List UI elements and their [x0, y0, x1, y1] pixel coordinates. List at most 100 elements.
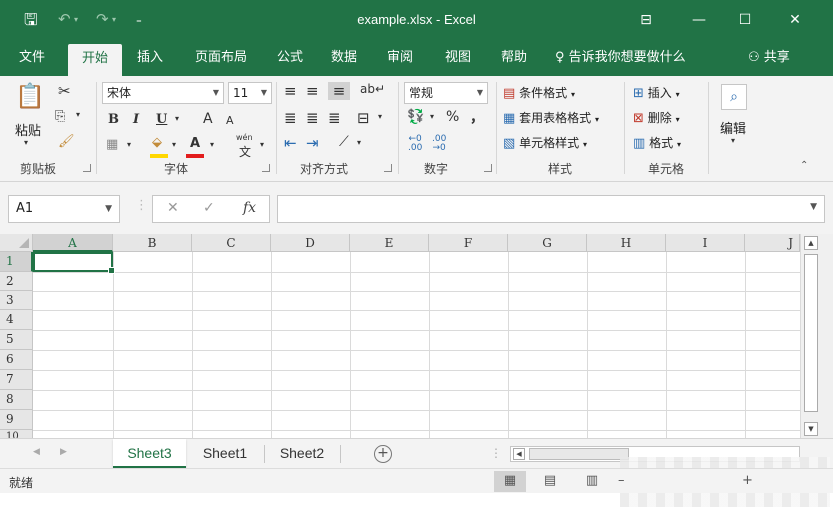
- increase-indent-icon[interactable]: ⇥: [306, 134, 319, 152]
- row-header[interactable]: 4: [0, 310, 33, 330]
- tell-me-search[interactable]: ♀ 告诉我你想要做什么: [555, 40, 686, 76]
- font-color-dropdown-icon[interactable]: ▾: [210, 140, 214, 149]
- decrease-decimal-icon[interactable]: .00 →0: [432, 135, 446, 153]
- bold-button[interactable]: B: [108, 112, 119, 127]
- delete-cells-button[interactable]: ⊠ 删除 ▾: [633, 109, 680, 126]
- currency-icon[interactable]: 💱: [407, 109, 424, 125]
- row-header[interactable]: 8: [0, 390, 33, 410]
- row-header[interactable]: 5: [0, 330, 33, 350]
- scroll-up-icon[interactable]: ▲: [804, 236, 818, 250]
- name-box[interactable]: A1 ▼: [8, 195, 120, 223]
- page-break-preview-icon[interactable]: ▥: [576, 471, 608, 492]
- alignment-launcher-icon[interactable]: [384, 164, 392, 172]
- collapse-ribbon-icon[interactable]: ⌃: [800, 160, 808, 171]
- align-right-icon[interactable]: ≣: [328, 109, 341, 127]
- align-left-icon[interactable]: ≣: [284, 109, 297, 127]
- column-header[interactable]: D: [271, 234, 350, 252]
- tab-home[interactable]: 开始: [68, 44, 122, 76]
- phonetic-dropdown-icon[interactable]: ▾: [260, 140, 264, 149]
- paste-icon[interactable]: 📋: [15, 82, 45, 110]
- bottom-align-icon[interactable]: ≡: [328, 82, 350, 100]
- column-header[interactable]: F: [429, 234, 508, 252]
- horizontal-scrollbar-thumb[interactable]: [529, 448, 629, 460]
- decrease-indent-icon[interactable]: ⇤: [284, 134, 297, 152]
- clipboard-launcher-icon[interactable]: [83, 164, 91, 172]
- column-header[interactable]: J: [745, 234, 800, 252]
- scroll-left-icon[interactable]: ◀: [513, 448, 525, 460]
- tab-help[interactable]: 帮助: [492, 40, 536, 76]
- underline-dropdown-icon[interactable]: ▾: [175, 114, 179, 123]
- row-header[interactable]: 9: [0, 410, 33, 430]
- format-cells-button[interactable]: ▥ 格式 ▾: [633, 134, 681, 151]
- format-painter-icon[interactable]: 🖌: [58, 134, 75, 149]
- increase-decimal-icon[interactable]: ←0.00: [408, 135, 422, 153]
- font-name-select[interactable]: 宋体 ▼: [102, 82, 224, 104]
- tab-review[interactable]: 审阅: [378, 40, 422, 76]
- format-as-table-button[interactable]: ▦ 套用表格格式 ▾: [503, 109, 599, 126]
- maximize-button[interactable]: ☐: [722, 6, 768, 34]
- currency-dropdown-icon[interactable]: ▾: [430, 112, 434, 121]
- column-header[interactable]: A: [33, 234, 113, 252]
- normal-view-icon[interactable]: ▦: [494, 471, 526, 492]
- paste-button[interactable]: 粘贴: [15, 120, 41, 139]
- cell-styles-button[interactable]: ▧ 单元格样式 ▾: [503, 134, 587, 151]
- select-all-button[interactable]: [0, 234, 33, 252]
- share-button[interactable]: ⚇ 共享: [748, 40, 790, 76]
- borders-icon[interactable]: ▦: [106, 137, 118, 152]
- number-launcher-icon[interactable]: [484, 164, 492, 172]
- zoom-in-icon[interactable]: +: [742, 473, 753, 488]
- borders-dropdown-icon[interactable]: ▾: [127, 140, 131, 149]
- top-align-icon[interactable]: ≡: [284, 82, 297, 100]
- italic-button[interactable]: I: [133, 112, 139, 127]
- tab-page-layout[interactable]: 页面布局: [186, 40, 256, 76]
- orientation-dropdown-icon[interactable]: ▾: [357, 138, 361, 147]
- cancel-formula-button[interactable]: ✕: [167, 200, 179, 216]
- formula-input[interactable]: ▼: [277, 195, 825, 223]
- fill-color-icon[interactable]: ⬙: [152, 135, 162, 150]
- grow-font-button[interactable]: A: [203, 111, 213, 127]
- copy-icon[interactable]: ⎘: [55, 109, 65, 124]
- wrap-text-icon[interactable]: ab↵: [360, 82, 385, 96]
- percent-button[interactable]: %: [446, 109, 459, 125]
- row-header[interactable]: 6: [0, 350, 33, 370]
- fill-color-dropdown-icon[interactable]: ▾: [172, 140, 176, 149]
- row-header[interactable]: 2: [0, 272, 33, 291]
- sheet-tab-sheet2[interactable]: Sheet2: [265, 439, 339, 468]
- copy-dropdown-icon[interactable]: ▾: [76, 110, 80, 119]
- font-color-icon[interactable]: A: [190, 136, 200, 151]
- comma-button[interactable]: ，: [470, 107, 484, 127]
- column-header[interactable]: B: [113, 234, 192, 252]
- middle-align-icon[interactable]: ≡: [306, 82, 319, 100]
- orientation-icon[interactable]: ⟋: [339, 134, 349, 150]
- scrollbar-thumb[interactable]: [804, 254, 818, 412]
- ribbon-display-options-icon[interactable]: ⊟: [623, 6, 669, 34]
- cut-icon[interactable]: ✂: [58, 82, 71, 100]
- tab-split-grip-icon[interactable]: ⋮: [490, 446, 502, 460]
- paste-dropdown-icon[interactable]: ▾: [24, 138, 28, 147]
- column-header[interactable]: H: [587, 234, 666, 252]
- active-cell[interactable]: [33, 252, 115, 274]
- column-header[interactable]: E: [350, 234, 429, 252]
- column-header[interactable]: G: [508, 234, 587, 252]
- minimize-button[interactable]: —: [676, 6, 722, 34]
- scroll-sheets-right-icon[interactable]: ▶: [60, 447, 67, 457]
- font-launcher-icon[interactable]: [262, 164, 270, 172]
- column-header[interactable]: I: [666, 234, 745, 252]
- tab-file[interactable]: 文件: [10, 40, 54, 76]
- tab-insert[interactable]: 插入: [128, 40, 172, 76]
- merge-center-icon[interactable]: ⊟: [357, 109, 370, 127]
- tab-view[interactable]: 视图: [436, 40, 480, 76]
- column-header[interactable]: C: [192, 234, 271, 252]
- add-sheet-icon[interactable]: +: [374, 445, 392, 463]
- insert-function-button[interactable]: fx: [243, 200, 256, 216]
- tab-formulas[interactable]: 公式: [268, 40, 312, 76]
- scroll-down-icon[interactable]: ▼: [804, 422, 818, 436]
- worksheet-grid[interactable]: A B C D E F G H I J 1 2 3 4 5 6 7 8 9 10…: [0, 234, 833, 438]
- enter-formula-button[interactable]: ✓: [203, 200, 215, 216]
- insert-cells-button[interactable]: ⊞ 插入 ▾: [633, 84, 680, 101]
- merge-dropdown-icon[interactable]: ▾: [378, 112, 382, 121]
- sheet-tab-sheet1[interactable]: Sheet1: [188, 439, 262, 468]
- conditional-formatting-button[interactable]: ▤ 条件格式 ▾: [503, 84, 575, 101]
- number-format-select[interactable]: 常规 ▼: [404, 82, 488, 104]
- font-size-select[interactable]: 11 ▼: [228, 82, 272, 104]
